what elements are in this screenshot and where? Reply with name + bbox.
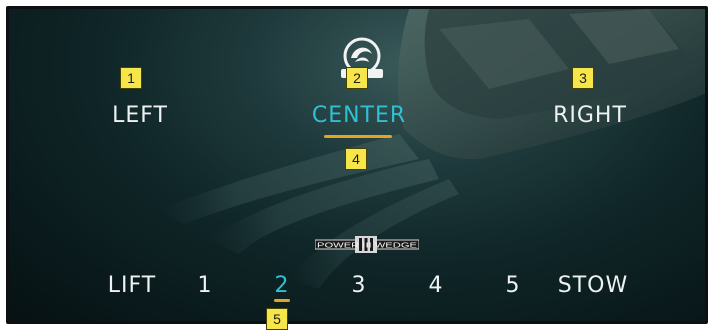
mode-center-button[interactable]: CENTER: [312, 103, 406, 128]
lift-stow-button[interactable]: STOW: [558, 273, 628, 298]
powerwedge-logo-icon: POWER III WEDGE: [315, 236, 419, 253]
callout-4: 4: [345, 148, 367, 170]
callout-5: 5: [266, 308, 288, 330]
mode-selected-underline: [324, 135, 392, 138]
mode-left-button[interactable]: LEFT: [112, 103, 168, 128]
lift-step-3[interactable]: 3: [352, 273, 367, 298]
callout-3: 3: [572, 67, 594, 89]
mode-right-button[interactable]: RIGHT: [553, 103, 627, 128]
callout-2: 2: [346, 67, 368, 89]
lift-step-1[interactable]: 1: [198, 273, 213, 298]
lift-selected-underline: [274, 299, 290, 302]
wake-control-screen: S LEFT CENTER RIGHT 1 2 3 4 POWER III WE…: [6, 6, 708, 324]
powerwedge-logo-text: POWER III WEDGE: [317, 243, 418, 250]
lift-label: LIFT: [107, 273, 157, 298]
lift-step-4[interactable]: 4: [429, 273, 444, 298]
callout-1: 1: [120, 67, 142, 89]
lift-step-5[interactable]: 5: [506, 273, 521, 298]
lift-step-2[interactable]: 2: [275, 273, 290, 298]
